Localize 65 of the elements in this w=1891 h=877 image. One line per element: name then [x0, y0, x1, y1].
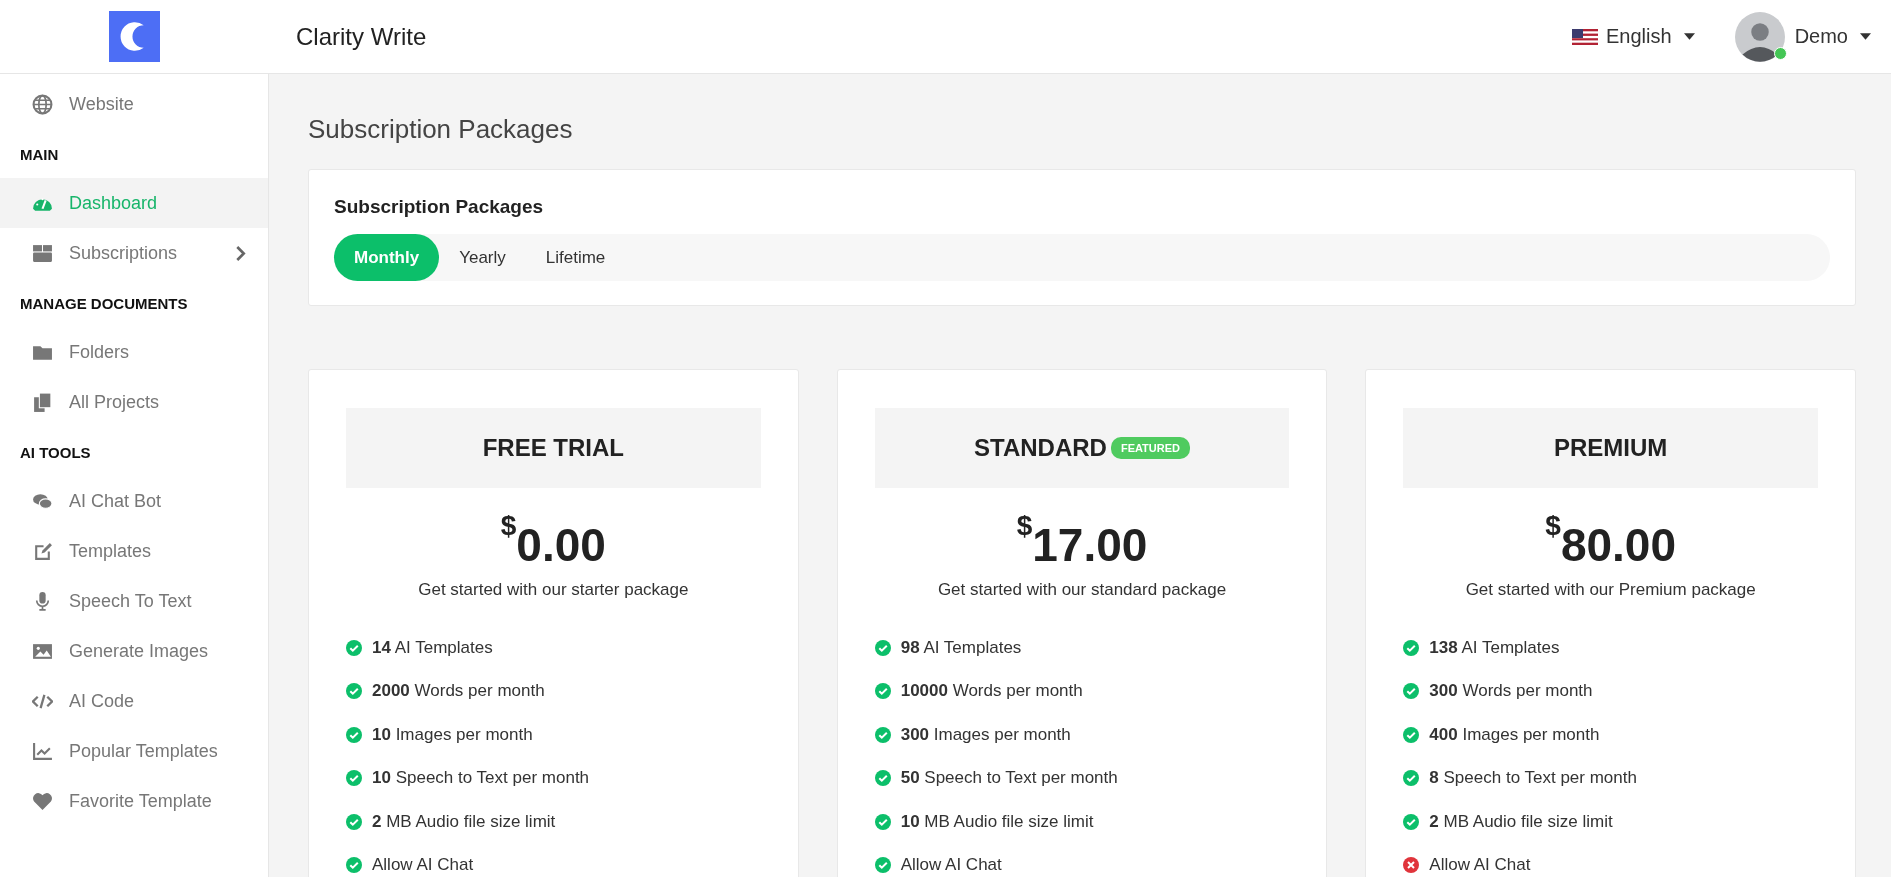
language-selector[interactable]: English: [1566, 21, 1701, 52]
sidebar-item[interactable]: All Projects: [0, 377, 268, 427]
feature-text: 2000 Words per month: [372, 681, 545, 702]
price-amount: 0.00: [516, 519, 606, 572]
feature-text: 8 Speech to Text per month: [1429, 768, 1637, 789]
feature-text: 50 Speech to Text per month: [900, 768, 1118, 789]
plan-description: Get started with our standard package: [936, 580, 1228, 600]
page-title: Subscription Packages: [308, 114, 574, 145]
featured-badge: FEATURED: [1110, 437, 1190, 459]
feature-text: 300 Words per month: [1429, 681, 1593, 702]
section-heading: MANAGE DOCUMENTS: [19, 294, 189, 314]
caret-icon: [1683, 33, 1695, 40]
billing-tab[interactable]: Yearly: [439, 234, 526, 281]
heart-icon: [32, 790, 53, 812]
sidebar-item[interactable]: Folders: [0, 327, 268, 377]
line-chart-icon: [32, 740, 53, 762]
currency-symbol: $: [1545, 510, 1561, 541]
sidebar-item[interactable]: Popular Templates: [0, 726, 268, 776]
price-amount: 17.00: [1032, 519, 1148, 572]
app-name: Clarity Write: [296, 22, 427, 51]
feature-text: 10 Images per month: [372, 724, 533, 745]
feature-text: 2 MB Audio file size limit: [1429, 811, 1613, 832]
documents-icon: [32, 391, 53, 413]
feature-text: 300 Images per month: [900, 724, 1071, 745]
sidebar-item[interactable]: Speech To Text: [0, 576, 268, 626]
feature-text: 10000 Words per month: [900, 681, 1083, 702]
sidebar-item[interactable]: Templates: [0, 526, 268, 576]
sidebar-item[interactable]: Dashboard: [0, 178, 268, 228]
sidebar-item[interactable]: AI Chat Bot: [0, 476, 268, 526]
feature-text: 400 Images per month: [1429, 724, 1600, 745]
feature-text: 10 MB Audio file size limit: [900, 811, 1094, 832]
feature-text: Allow AI Chat: [900, 855, 1002, 876]
plan-description: Get started with our starter package: [417, 580, 690, 600]
logo-icon[interactable]: [109, 11, 160, 62]
avatar-icon: [1734, 11, 1785, 62]
feature-text: 98 AI Templates: [900, 637, 1022, 658]
currency-symbol: $: [500, 510, 517, 541]
feature-text: 10 Speech to Text per month: [372, 768, 590, 789]
caret-icon: [1860, 33, 1871, 40]
price-amount: 80.00: [1560, 519, 1677, 572]
feature-text: Allow AI Chat: [1429, 855, 1531, 876]
section-heading: AI TOOLS: [19, 443, 92, 463]
plan-description: Get started with our Premium package: [1464, 580, 1757, 600]
currency-symbol: $: [1016, 510, 1033, 541]
plan-name: STANDARD: [974, 434, 1107, 462]
billing-tab[interactable]: Lifetime: [525, 234, 626, 281]
sidebar-item[interactable]: Subscriptions: [0, 228, 268, 278]
user-menu[interactable]: Demo: [1728, 7, 1877, 66]
plan-name: FREE TRIAL: [482, 434, 624, 462]
sidebar-item[interactable]: Favorite Template: [0, 776, 268, 826]
section-heading: MAIN: [19, 145, 60, 165]
feature-text: 138 AI Templates: [1429, 637, 1560, 658]
box-icon: [32, 242, 53, 264]
flag-icon: [1572, 28, 1599, 45]
billing-tab[interactable]: Monthly: [334, 234, 440, 281]
plan-name: PREMIUM: [1554, 434, 1668, 462]
globe-icon: [32, 93, 53, 115]
edit-icon: [32, 540, 53, 562]
feature-text: 14 AI Templates: [372, 637, 493, 658]
card-title: Subscription Packages: [334, 196, 545, 218]
sidebar-item[interactable]: Generate Images: [0, 626, 268, 676]
feature-text: Allow AI Chat: [372, 855, 474, 876]
sidebar-item[interactable]: AI Code: [0, 676, 268, 726]
feature-text: 2 MB Audio file size limit: [372, 811, 556, 832]
sidebar-item[interactable]: Website: [0, 79, 268, 129]
